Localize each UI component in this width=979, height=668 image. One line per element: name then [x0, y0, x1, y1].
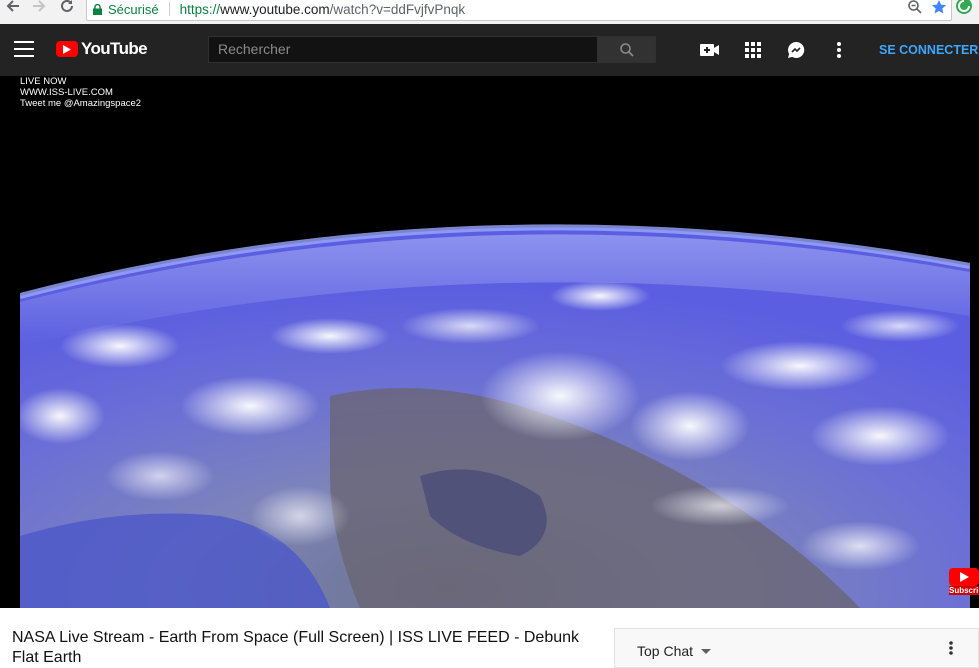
- url-host: www.youtube.com: [220, 1, 330, 17]
- forward-icon[interactable]: [30, 0, 48, 15]
- more-icon[interactable]: [828, 39, 850, 61]
- search-input[interactable]: Rechercher: [208, 36, 598, 63]
- video-watermark: LIVE NOW WWW.ISS-LIVE.COM Tweet me @Amaz…: [20, 76, 141, 109]
- youtube-logo[interactable]: YouTube: [56, 39, 148, 59]
- reload-icon[interactable]: [58, 0, 76, 15]
- messages-icon[interactable]: [785, 39, 807, 61]
- logo-text: YouTube: [81, 39, 148, 58]
- chat-mode-label[interactable]: Top Chat: [637, 643, 693, 659]
- earth-from-space-image: [0, 76, 979, 608]
- overlay-line-site: WWW.ISS-LIVE.COM: [20, 87, 113, 98]
- more-icon[interactable]: [949, 641, 953, 655]
- url-path: /watch?v=ddFvjfvPnqk: [329, 1, 466, 17]
- security-indicator[interactable]: Sécurisé: [93, 2, 159, 17]
- star-icon[interactable]: [931, 0, 947, 20]
- search-icon: [619, 42, 634, 57]
- overlay-line-live: LIVE NOW: [20, 76, 67, 87]
- menu-icon[interactable]: [14, 41, 34, 57]
- youtube-play-icon: [56, 41, 78, 57]
- video-info: NASA Live Stream - Earth From Space (Ful…: [0, 608, 979, 668]
- overlay-line-twitter: Tweet me @Amazingspace2: [20, 98, 142, 109]
- signin-button[interactable]: SE CONNECTER: [879, 43, 978, 57]
- address-bar[interactable]: Sécurisé https://www.youtube.com/watch?v…: [86, 0, 952, 21]
- url-scheme: https://: [179, 1, 221, 17]
- video-title: NASA Live Stream - Earth From Space (Ful…: [12, 629, 580, 666]
- lock-icon: [93, 3, 102, 15]
- live-chat-header: Top Chat: [614, 628, 979, 668]
- zoom-icon[interactable]: [907, 0, 923, 20]
- apps-icon[interactable]: [742, 39, 764, 61]
- caret-down-icon[interactable]: [701, 649, 711, 654]
- subscribe-label: Subscri: [949, 586, 979, 595]
- separator: [168, 2, 170, 16]
- extension-icon[interactable]: [955, 0, 973, 20]
- search-button[interactable]: [597, 36, 656, 63]
- secure-label: Sécurisé: [108, 1, 159, 17]
- browser-toolbar: Sécurisé https://www.youtube.com/watch?v…: [0, 0, 979, 25]
- url-text[interactable]: https://www.youtube.com/watch?v=ddFvjfvP…: [180, 2, 466, 17]
- back-icon[interactable]: [4, 0, 22, 15]
- subscribe-watermark[interactable]: Subscri: [949, 568, 979, 600]
- youtube-header: YouTube Rechercher SE CONNECTER: [0, 24, 979, 76]
- upload-icon[interactable]: [699, 39, 721, 61]
- video-player[interactable]: LIVE NOW WWW.ISS-LIVE.COM Tweet me @Amaz…: [0, 76, 979, 608]
